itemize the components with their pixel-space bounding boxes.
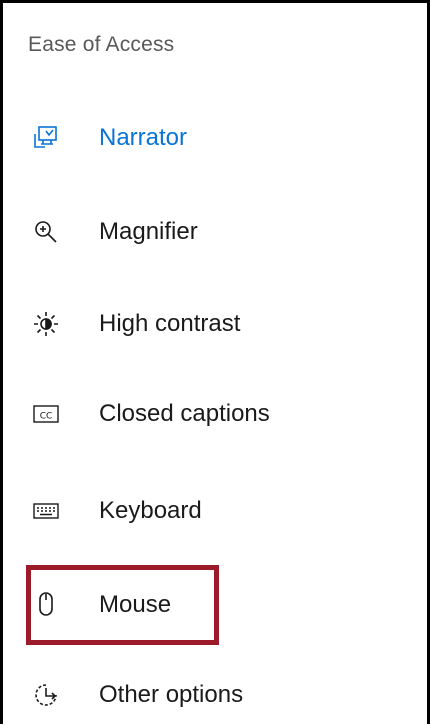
nav-item-mouse[interactable]: Mouse	[3, 575, 427, 635]
nav-item-label: Keyboard	[99, 497, 202, 524]
closed-captions-icon: CC	[32, 400, 60, 428]
nav-item-narrator[interactable]: Narrator	[3, 108, 427, 168]
svg-text:CC: CC	[40, 412, 53, 422]
mouse-icon	[32, 591, 60, 619]
narrator-icon	[32, 124, 60, 152]
nav-item-high-contrast[interactable]: High contrast	[3, 294, 427, 354]
other-options-icon	[32, 681, 60, 709]
nav-item-keyboard[interactable]: Keyboard	[3, 481, 427, 541]
nav-item-label: Narrator	[99, 124, 188, 151]
nav-item-label: Other options	[99, 681, 244, 708]
nav-item-label: High contrast	[99, 310, 241, 337]
nav-item-closed-captions[interactable]: CC Closed captions	[3, 384, 427, 444]
nav-item-magnifier[interactable]: Magnifier	[3, 202, 427, 262]
nav-item-label: Magnifier	[99, 218, 198, 245]
nav-item-label: Mouse	[99, 591, 172, 618]
nav-item-other-options[interactable]: Other options	[3, 665, 427, 725]
section-title: Ease of Access	[28, 33, 175, 56]
magnifier-icon	[32, 218, 60, 246]
high-contrast-icon	[32, 310, 60, 338]
nav-item-label: Closed captions	[99, 400, 270, 427]
settings-nav-panel: Ease of Access Narrator Magnifier High c…	[0, 0, 430, 724]
keyboard-icon	[32, 497, 60, 525]
